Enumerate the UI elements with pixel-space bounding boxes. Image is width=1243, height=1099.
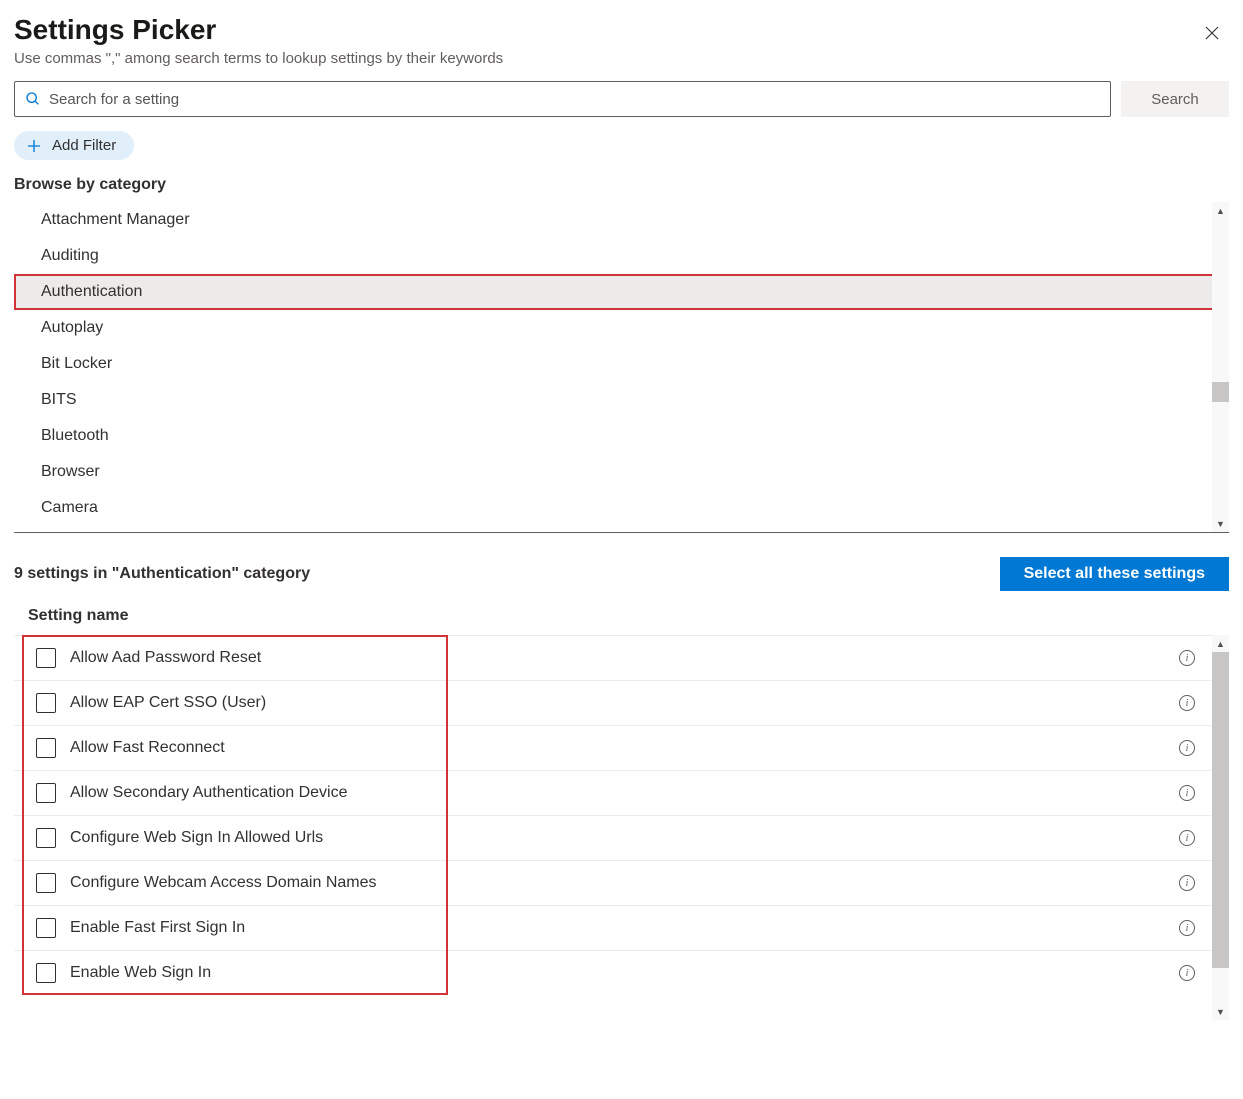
search-field-wrapper[interactable]: [14, 81, 1111, 117]
setting-row[interactable]: Allow Secondary Authentication Devicei: [14, 770, 1229, 815]
scroll-down-arrow-icon[interactable]: ▼: [1212, 1003, 1229, 1020]
category-item[interactable]: Autoplay: [14, 310, 1229, 346]
setting-checkbox[interactable]: [36, 828, 56, 848]
settings-list: Allow Aad Password ResetiAllow EAP Cert …: [14, 635, 1229, 1020]
setting-label: Configure Web Sign In Allowed Urls: [70, 829, 1179, 847]
info-icon[interactable]: i: [1179, 965, 1195, 981]
setting-label: Configure Webcam Access Domain Names: [70, 874, 1179, 892]
setting-label: Allow Aad Password Reset: [70, 649, 1179, 667]
setting-label: Enable Web Sign In: [70, 964, 1179, 982]
setting-label: Allow Secondary Authentication Device: [70, 784, 1179, 802]
category-item[interactable]: BITS: [14, 382, 1229, 418]
close-icon: [1203, 24, 1221, 42]
setting-checkbox[interactable]: [36, 873, 56, 893]
scroll-down-arrow-icon[interactable]: ▼: [1212, 515, 1229, 532]
setting-row[interactable]: Configure Web Sign In Allowed Urlsi: [14, 815, 1229, 860]
category-item[interactable]: Browser: [14, 454, 1229, 490]
info-icon[interactable]: i: [1179, 740, 1195, 756]
scroll-track[interactable]: [1212, 219, 1229, 515]
setting-checkbox[interactable]: [36, 693, 56, 713]
setting-row[interactable]: Enable Web Sign Ini: [14, 950, 1229, 995]
setting-checkbox[interactable]: [36, 918, 56, 938]
page-subtitle: Use commas "," among search terms to loo…: [14, 50, 503, 67]
setting-checkbox[interactable]: [36, 738, 56, 758]
select-all-button[interactable]: Select all these settings: [1000, 557, 1229, 591]
category-list: Attachment ManagerAuditingAuthentication…: [14, 202, 1229, 532]
search-button[interactable]: Search: [1121, 81, 1229, 117]
setting-checkbox[interactable]: [36, 963, 56, 983]
settings-scrollbar[interactable]: ▲ ▼: [1212, 635, 1229, 1020]
page-title: Settings Picker: [14, 14, 503, 46]
setting-row[interactable]: Enable Fast First Sign Ini: [14, 905, 1229, 950]
setting-row[interactable]: Allow EAP Cert SSO (User)i: [14, 680, 1229, 725]
setting-row[interactable]: Allow Aad Password Reseti: [14, 635, 1229, 680]
info-icon[interactable]: i: [1179, 920, 1195, 936]
info-icon[interactable]: i: [1179, 785, 1195, 801]
info-icon[interactable]: i: [1179, 875, 1195, 891]
setting-row[interactable]: Configure Webcam Access Domain Namesi: [14, 860, 1229, 905]
plus-icon: [26, 138, 42, 154]
category-item[interactable]: Attachment Manager: [14, 202, 1229, 238]
scroll-thumb[interactable]: [1212, 652, 1229, 968]
search-icon: [25, 91, 41, 107]
setting-checkbox[interactable]: [36, 648, 56, 668]
browse-category-heading: Browse by category: [14, 176, 1229, 194]
info-icon[interactable]: i: [1179, 650, 1195, 666]
scroll-up-arrow-icon[interactable]: ▲: [1212, 202, 1229, 219]
results-count: 9 settings in "Authentication" category: [14, 565, 310, 583]
category-item[interactable]: Auditing: [14, 238, 1229, 274]
setting-name-column-header: Setting name: [14, 597, 1229, 635]
scroll-track[interactable]: [1212, 652, 1229, 1003]
category-scrollbar[interactable]: ▲ ▼: [1212, 202, 1229, 532]
setting-label: Allow EAP Cert SSO (User): [70, 694, 1179, 712]
add-filter-label: Add Filter: [52, 137, 116, 154]
setting-checkbox[interactable]: [36, 783, 56, 803]
add-filter-button[interactable]: Add Filter: [14, 131, 134, 160]
scroll-thumb[interactable]: [1212, 382, 1229, 402]
search-input[interactable]: [41, 91, 1100, 108]
category-item[interactable]: Authentication: [14, 274, 1229, 310]
setting-label: Allow Fast Reconnect: [70, 739, 1179, 757]
close-button[interactable]: [1199, 20, 1225, 51]
setting-row[interactable]: Allow Fast Reconnecti: [14, 725, 1229, 770]
setting-label: Enable Fast First Sign In: [70, 919, 1179, 937]
info-icon[interactable]: i: [1179, 695, 1195, 711]
scroll-up-arrow-icon[interactable]: ▲: [1212, 635, 1229, 652]
info-icon[interactable]: i: [1179, 830, 1195, 846]
category-item[interactable]: Bluetooth: [14, 418, 1229, 454]
category-item[interactable]: Bit Locker: [14, 346, 1229, 382]
category-item[interactable]: Camera: [14, 490, 1229, 526]
